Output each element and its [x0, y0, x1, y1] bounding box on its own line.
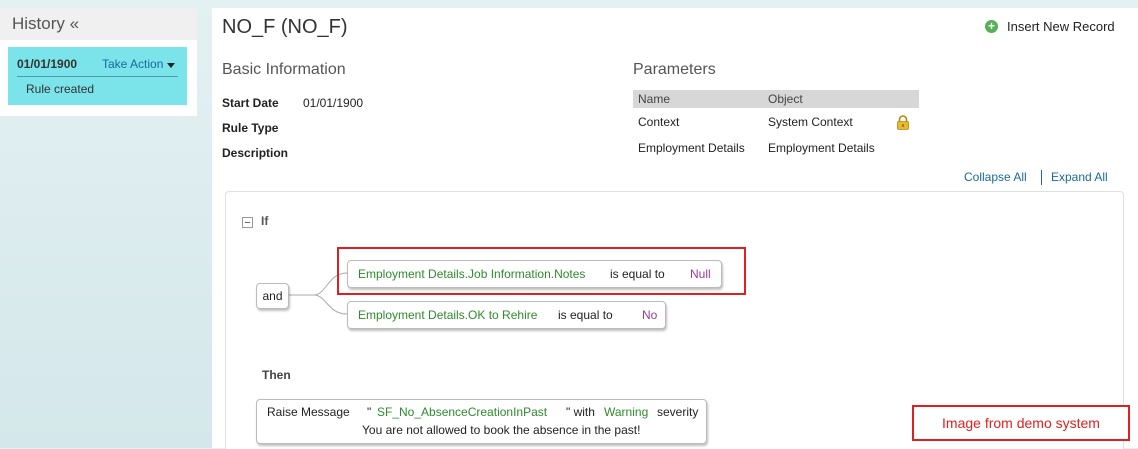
action-name[interactable]: Raise Message [267, 405, 350, 419]
add-icon[interactable]: + [985, 20, 998, 33]
param-object-cell: System Context [768, 115, 853, 129]
parameters-table-header: Name Object [633, 90, 919, 108]
expand-all-link[interactable]: Expand All [1051, 170, 1108, 184]
start-date-label: Start Date [222, 96, 279, 110]
rule-detail-panel: NO_F (NO_F) + Insert New Record Basic In… [212, 8, 1138, 449]
column-header-object: Object [768, 92, 803, 106]
history-panel: History « 01/01/1900 Take Action Rule cr… [0, 8, 197, 116]
column-header-name: Name [638, 92, 671, 106]
start-date-value: 01/01/1900 [303, 96, 364, 110]
message-text: You are not allowed to book the absence … [362, 423, 641, 437]
rule-type-label: Rule Type [222, 121, 279, 135]
demo-system-note: Image from demo system [912, 405, 1130, 441]
condition-value[interactable]: No [642, 308, 657, 322]
condition-operator[interactable]: is equal to [558, 308, 613, 322]
history-entry-divider [17, 76, 178, 77]
close-quote-with: " with [566, 405, 595, 419]
history-entry-description: Rule created [26, 82, 95, 96]
condition-field[interactable]: Employment Details.OK to Rehire [358, 308, 537, 322]
param-object-cell: Employment Details [768, 141, 875, 155]
insert-new-record-button[interactable]: Insert New Record [1007, 19, 1115, 34]
highlight-box [337, 247, 746, 295]
then-label: Then [262, 368, 291, 382]
severity-value[interactable]: Warning [604, 405, 648, 419]
parameters-heading: Parameters [633, 61, 716, 78]
param-name-cell: Context [638, 115, 680, 129]
link-separator [1041, 170, 1042, 185]
description-label: Description [222, 146, 289, 160]
page-title: NO_F (NO_F) [222, 16, 348, 38]
raise-message-expression[interactable]: Raise Message " SF_No_AbsenceCreationInP… [256, 399, 707, 444]
basic-information-heading: Basic Information [222, 61, 346, 78]
and-operator[interactable]: and [256, 283, 289, 309]
message-key[interactable]: SF_No_AbsenceCreationInPast [377, 405, 547, 419]
collapse-all-link[interactable]: Collapse All [964, 170, 1027, 184]
lock-icon [897, 115, 909, 130]
chevron-down-icon[interactable] [167, 63, 175, 68]
history-title[interactable]: History « [0, 8, 197, 40]
condition-expression[interactable]: Employment Details.OK to Rehire is equal… [347, 301, 666, 329]
param-name-cell: Employment Details [638, 141, 745, 155]
severity-suffix: severity [657, 405, 699, 419]
open-quote: " [367, 405, 372, 419]
take-action-button[interactable]: Take Action [102, 57, 163, 71]
history-entry-date: 01/01/1900 [17, 57, 78, 71]
history-entry[interactable]: 01/01/1900 Take Action Rule created [8, 47, 187, 105]
